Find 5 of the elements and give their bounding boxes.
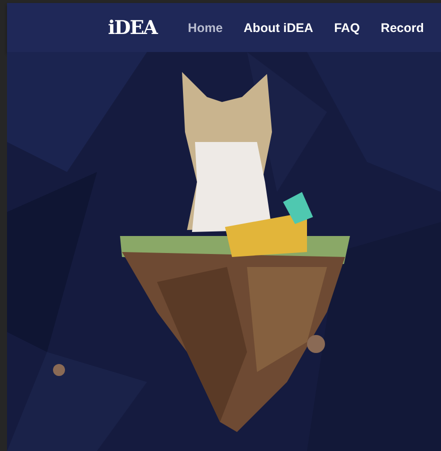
nav-link[interactable]: Home [188, 20, 223, 34]
logo[interactable]: iDEA [108, 16, 157, 38]
nav-link[interactable]: About iDEA [244, 20, 314, 34]
nav-link[interactable]: Record [380, 20, 424, 34]
nav-link[interactable]: FAQ [334, 20, 360, 34]
